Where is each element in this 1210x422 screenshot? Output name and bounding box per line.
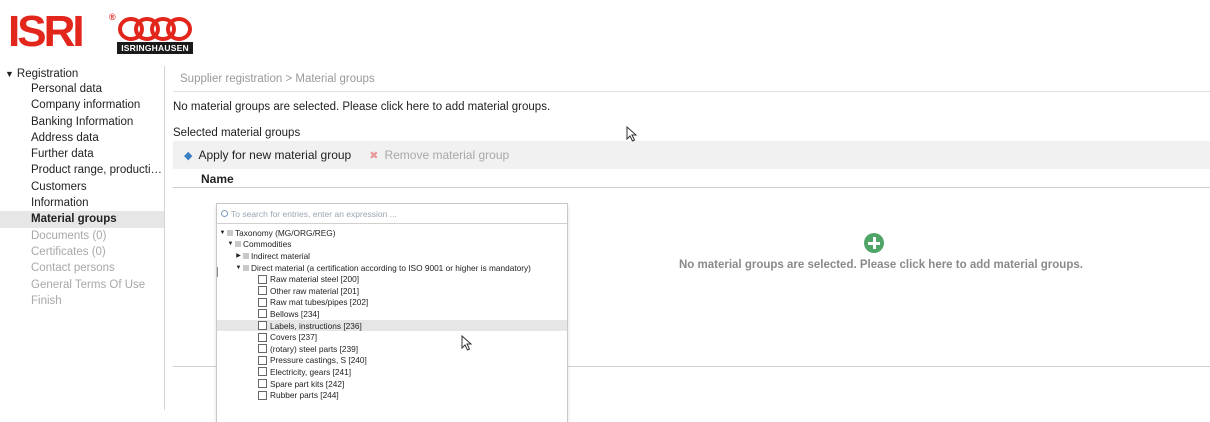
- tree-node-label: Raw mat tubes/pipes [202]: [270, 297, 369, 308]
- sidebar-item-customers[interactable]: Customers: [0, 179, 164, 195]
- mouse-cursor-icon: [461, 335, 473, 351]
- expanded-toggle-icon[interactable]: ▼: [227, 241, 234, 247]
- tree-node-label: Direct material (a certification accordi…: [251, 262, 531, 273]
- sidebar-item-general-terms: General Terms Of Use: [31, 278, 146, 291]
- add-circle-icon[interactable]: [864, 233, 884, 253]
- sidebar-nav: ▼ Registration Personal data Company inf…: [0, 66, 165, 410]
- tree-node-indirect-material[interactable]: ▶ Indirect material: [217, 250, 567, 262]
- section-label: Selected material groups: [173, 127, 301, 139]
- remove-button-label: Remove material group: [384, 148, 510, 162]
- breadcrumb: Supplier registration > Material groups: [180, 73, 375, 85]
- expanded-toggle-icon[interactable]: ▼: [219, 230, 226, 236]
- logo-rings-icon: [118, 17, 192, 41]
- table-header-divider: [173, 187, 1210, 188]
- tree-node-label: Indirect material: [251, 250, 311, 261]
- checkbox[interactable]: [258, 390, 267, 400]
- mouse-cursor-icon: [626, 126, 638, 142]
- sidebar-item-personal-data[interactable]: Personal data: [0, 81, 164, 97]
- checkbox[interactable]: [258, 332, 267, 342]
- checkbox[interactable]: [258, 367, 267, 377]
- column-header-name[interactable]: Name: [201, 172, 234, 186]
- tree-search-input[interactable]: To search for entries, enter an expressi…: [217, 204, 567, 224]
- tree-leaf-pressure-castings[interactable]: Pressure castings, S [240]: [217, 355, 567, 367]
- folder-icon: [243, 252, 249, 259]
- sidebar-item-documents: Documents (0): [31, 229, 107, 242]
- tree-leaf-raw-mat-tubes[interactable]: Raw mat tubes/pipes [202]: [217, 297, 567, 309]
- nav-group-registration[interactable]: ▼ Registration: [0, 66, 164, 81]
- tree-leaf-electricity-gears[interactable]: Electricity, gears [241]: [217, 366, 567, 378]
- tree-node-label: Labels, instructions [236]: [270, 320, 362, 331]
- checkbox[interactable]: [258, 321, 267, 331]
- tree-node-taxonomy[interactable]: ▼ Taxonomy (MG/ORG/REG): [217, 227, 567, 239]
- tree-node-label: Bellows [234]: [270, 308, 320, 319]
- tree-leaf-covers[interactable]: Covers [237]: [217, 331, 567, 343]
- sidebar-item-further-data[interactable]: Further data: [0, 146, 164, 162]
- material-groups-toolbar: ◆ Apply for new material group ✖ Remove …: [173, 141, 1210, 169]
- tree-node-commodities[interactable]: ▼ Commodities: [217, 239, 567, 251]
- search-icon: [221, 210, 228, 217]
- tree-list: ▼ Taxonomy (MG/ORG/REG) ▼ Commodities ▶ …: [217, 224, 567, 401]
- tree-leaf-bellows[interactable]: Bellows [234]: [217, 308, 567, 320]
- folder-icon: [235, 241, 241, 248]
- tree-node-label: Commodities: [243, 239, 292, 250]
- sidebar-item-company-information[interactable]: Company information: [0, 97, 164, 113]
- tree-leaf-labels-instructions[interactable]: Labels, instructions [236]: [217, 319, 567, 332]
- sidebar-item-certificates: Certificates (0): [31, 245, 106, 258]
- tree-node-label: (rotary) steel parts [239]: [270, 343, 359, 354]
- tree-node-label: Covers [237]: [270, 332, 318, 343]
- tree-leaf-rotary-steel-parts[interactable]: (rotary) steel parts [239]: [217, 343, 567, 355]
- sidebar-item-banking-information[interactable]: Banking Information: [0, 114, 164, 130]
- logo-registered-mark: ®: [109, 12, 116, 22]
- tree-node-label: Other raw material [201]: [270, 285, 359, 296]
- logo-wordmark: ISRI: [8, 7, 85, 56]
- tree-leaf-other-raw-material[interactable]: Other raw material [201]: [217, 285, 567, 297]
- collapsed-toggle-icon[interactable]: ▶: [235, 252, 242, 259]
- triangle-down-icon: ▼: [5, 68, 14, 79]
- tree-leaf-spare-part-kits[interactable]: Spare part kits [242]: [217, 378, 567, 390]
- sidebar-item-information[interactable]: Information: [0, 195, 164, 211]
- checkbox[interactable]: [258, 355, 267, 365]
- logo-subtitle: ISRINGHAUSEN: [117, 42, 193, 54]
- tree-node-direct-material[interactable]: ▼ Direct material (a certification accor…: [217, 262, 567, 274]
- tree-node-label: Electricity, gears [241]: [270, 366, 352, 377]
- sidebar-item-material-groups[interactable]: Material groups: [0, 211, 164, 228]
- tree-node-label: Pressure castings, S [240]: [270, 355, 367, 366]
- tree-leaf-raw-material-steel[interactable]: Raw material steel [200]: [217, 273, 567, 285]
- divider: [173, 91, 1210, 92]
- isri-logo: ISRI ® ISRINGHAUSEN: [8, 6, 198, 56]
- nav-group-label: Registration: [16, 67, 79, 80]
- tree-search-placeholder: To search for entries, enter an expressi…: [231, 208, 397, 219]
- sidebar-item-contact-persons: Contact persons: [31, 262, 115, 275]
- info-message-link[interactable]: No material groups are selected. Please …: [173, 101, 550, 113]
- material-group-tree-popup: To search for entries, enter an expressi…: [216, 203, 568, 422]
- sidebar-item-product-range[interactable]: Product range, productio...: [0, 162, 164, 178]
- apply-button-label: Apply for new material group: [198, 148, 352, 162]
- remove-material-group-button: ✖ Remove material group: [369, 148, 509, 162]
- folder-icon: [227, 229, 233, 236]
- apply-new-material-group-button[interactable]: ◆ Apply for new material group: [184, 148, 351, 162]
- empty-table-message[interactable]: No material groups are selected. Please …: [679, 259, 1083, 271]
- remove-x-icon: ✖: [369, 149, 379, 162]
- diamond-plus-icon: ◆: [184, 149, 193, 162]
- tree-node-label: Raw material steel [200]: [270, 274, 360, 285]
- tree-node-label: Taxonomy (MG/ORG/REG): [235, 227, 336, 238]
- checkbox[interactable]: [258, 379, 267, 389]
- checkbox[interactable]: [258, 297, 267, 307]
- sidebar-item-address-data[interactable]: Address data: [0, 130, 164, 146]
- checkbox[interactable]: [258, 286, 267, 296]
- folder-icon: [243, 264, 249, 271]
- expanded-toggle-icon[interactable]: ▼: [235, 265, 242, 271]
- tree-leaf-rubber-parts[interactable]: Rubber parts [244]: [217, 389, 567, 401]
- sidebar-item-finish: Finish: [31, 294, 62, 307]
- tree-node-label: Spare part kits [242]: [270, 378, 345, 389]
- checkbox[interactable]: [258, 344, 267, 354]
- tree-node-label: Rubber parts [244]: [270, 390, 339, 401]
- checkbox[interactable]: [258, 309, 267, 319]
- checkbox[interactable]: [258, 274, 267, 284]
